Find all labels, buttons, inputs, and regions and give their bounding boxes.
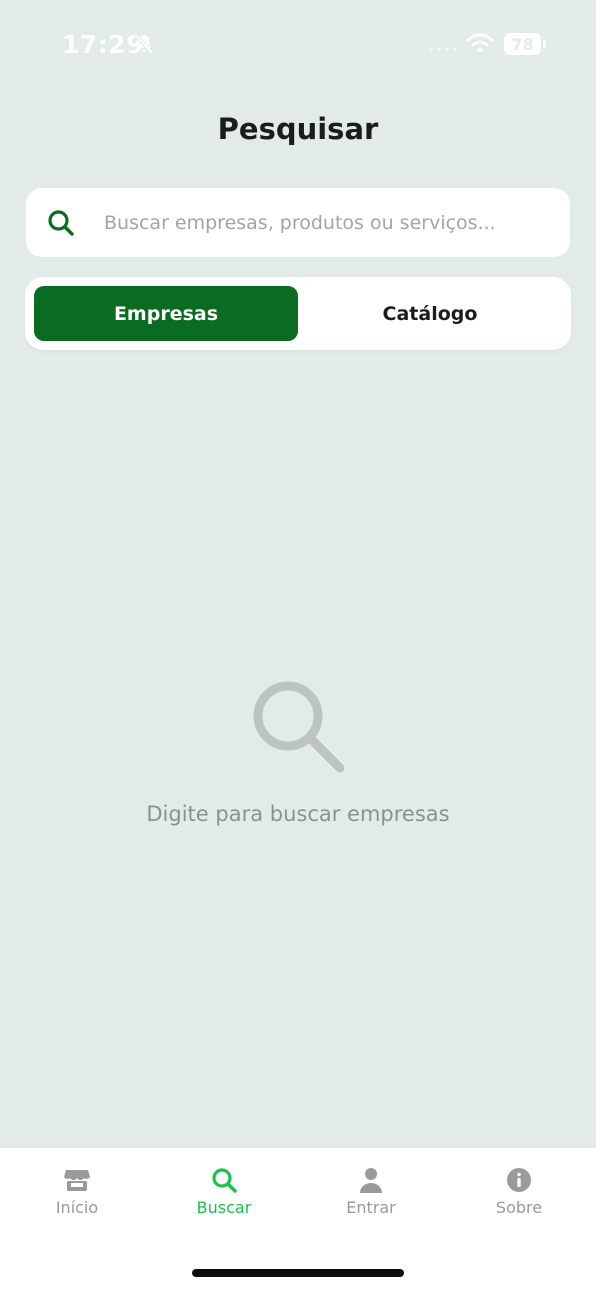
- search-icon: [212, 1168, 237, 1193]
- segmented-control: Empresas Catálogo: [25, 277, 571, 350]
- search-box[interactable]: [26, 188, 570, 257]
- tab-label: Buscar: [196, 1198, 252, 1217]
- signal-icon: [429, 47, 457, 51]
- tab-sobre[interactable]: Sobre: [459, 1166, 579, 1217]
- search-input[interactable]: [104, 202, 564, 243]
- empty-state: Digite para buscar empresas: [0, 676, 596, 826]
- tab-inicio[interactable]: Início: [17, 1166, 137, 1217]
- store-icon: [64, 1170, 90, 1191]
- page-title: Pesquisar: [217, 112, 379, 146]
- empty-state-message: Digite para buscar empresas: [146, 802, 450, 826]
- wifi-icon: [466, 33, 494, 53]
- tab-label: Entrar: [346, 1198, 396, 1217]
- tab-label: Sobre: [495, 1198, 543, 1217]
- tab-label: Início: [55, 1198, 99, 1217]
- home-indicator[interactable]: [192, 1269, 404, 1277]
- search-icon: [253, 681, 345, 773]
- tab-entrar[interactable]: Entrar: [311, 1166, 431, 1217]
- battery-indicator: 78: [504, 33, 541, 55]
- status-bar: 17:29 78: [0, 0, 596, 90]
- battery-cap: [543, 40, 546, 48]
- user-icon: [360, 1168, 382, 1193]
- info-icon: [507, 1168, 531, 1192]
- segment-catalogo[interactable]: Catálogo: [298, 286, 562, 341]
- tab-buscar[interactable]: Buscar: [164, 1166, 284, 1217]
- bell-muted-icon: [134, 33, 154, 55]
- search-icon: [48, 209, 74, 236]
- segment-empresas[interactable]: Empresas: [34, 286, 298, 341]
